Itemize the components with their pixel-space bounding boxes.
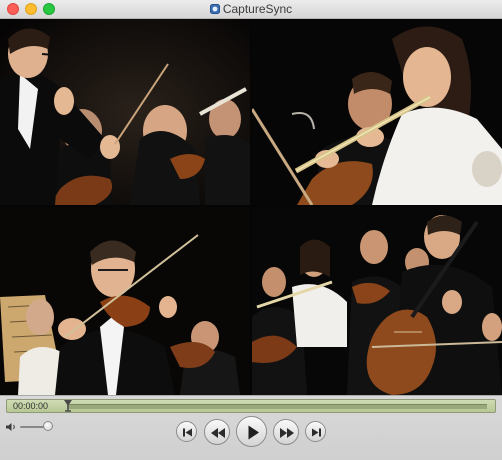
capturesync-window: CaptureSync 00:00:00	[0, 0, 502, 460]
volume-slider-knob[interactable]	[43, 421, 53, 431]
video-tile-flutist	[252, 19, 502, 205]
skip-to-start-icon	[183, 428, 192, 437]
fast-forward-button[interactable]	[273, 419, 299, 445]
timeline-bar[interactable]: 00:00:00	[6, 399, 496, 413]
video-tile-violinist	[0, 207, 250, 395]
play-icon	[248, 425, 259, 440]
play-button[interactable]	[236, 416, 267, 447]
video-tile-ensemble	[252, 207, 502, 395]
current-time: 00:00:00	[13, 401, 49, 411]
video-tile-conductor	[0, 19, 250, 205]
video-view[interactable]	[0, 19, 502, 395]
playback-controller: 00:00:00	[0, 395, 502, 460]
skip-to-start-button[interactable]	[176, 421, 197, 442]
scrub-track[interactable]	[67, 404, 487, 409]
window-title-area: CaptureSync	[0, 0, 502, 18]
skip-to-end-button[interactable]	[305, 421, 326, 442]
capturesync-app-icon	[209, 3, 220, 14]
rewind-icon	[211, 428, 225, 438]
title-bar: CaptureSync	[0, 0, 502, 19]
rewind-button[interactable]	[204, 419, 230, 445]
skip-to-end-icon	[312, 428, 321, 437]
fast-forward-icon	[280, 428, 294, 438]
speaker-icon[interactable]	[5, 422, 17, 432]
playhead-icon[interactable]	[63, 400, 73, 412]
window-title: CaptureSync	[222, 2, 293, 16]
